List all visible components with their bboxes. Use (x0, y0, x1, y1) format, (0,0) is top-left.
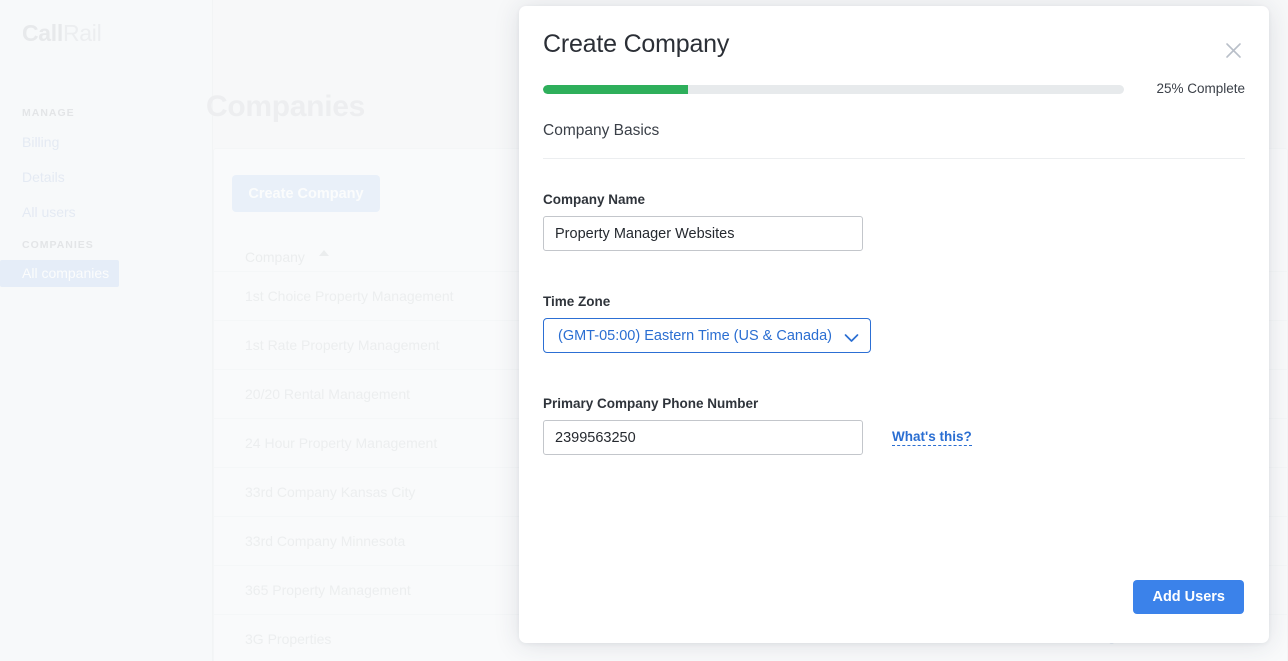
phone-input-row: What's this? (543, 420, 972, 455)
progress-label: 25% Complete (1156, 81, 1245, 96)
time-zone-select-wrapper: (GMT-05:00) Eastern Time (US & Canada) (543, 318, 871, 353)
company-name-cell: 20/20 Rental Management (245, 386, 410, 402)
company-name-cell: 24 Hour Property Management (245, 435, 438, 451)
whats-this-link[interactable]: What's this? (892, 429, 972, 446)
sidebar-item-billing[interactable]: Billing (0, 128, 213, 157)
sidebar-item-all-companies[interactable]: All companies (0, 260, 120, 287)
company-name-cell: 365 Property Management (245, 582, 411, 598)
label-company-name: Company Name (543, 192, 646, 207)
sidebar-group-companies: COMPANIES All companies (0, 236, 213, 287)
page-title: Companies (206, 90, 366, 123)
company-name-cell: 1st Choice Property Management (245, 288, 454, 304)
progress-row: 25% Complete (543, 81, 1245, 97)
close-icon[interactable] (1217, 34, 1249, 66)
progress-bar-track (543, 85, 1124, 94)
company-name-cell: 33rd Company Minnesota (245, 533, 406, 549)
sidebar-item-details[interactable]: Details (0, 163, 213, 192)
logo-text-primary: Call (22, 20, 63, 46)
time-zone-select[interactable]: (GMT-05:00) Eastern Time (US & Canada) (543, 318, 871, 353)
label-phone-number: Primary Company Phone Number (543, 396, 759, 411)
sidebar-group-manage: MANAGE Billing Details All users (0, 104, 213, 227)
sort-ascending-icon (319, 250, 329, 256)
company-name-input[interactable] (543, 216, 863, 251)
field-company-name: Company Name (543, 192, 863, 251)
sidebar-heading-companies: COMPANIES (22, 239, 94, 251)
app-root: CallRail MANAGE Billing Details All user… (0, 0, 1288, 661)
create-company-modal: Create Company 25% Complete Company Basi… (519, 6, 1269, 643)
sidebar-heading-manage: MANAGE (22, 107, 75, 119)
sidebar: CallRail MANAGE Billing Details All user… (0, 0, 213, 661)
column-header-company[interactable]: Company (245, 249, 305, 265)
section-title-company-basics: Company Basics (543, 122, 660, 139)
company-name-cell: 33rd Company Kansas City (245, 484, 416, 500)
progress-bar-fill (543, 85, 689, 94)
sidebar-item-all-users[interactable]: All users (0, 198, 213, 227)
phone-number-input[interactable] (543, 420, 863, 455)
logo-text-secondary: Rail (62, 20, 102, 46)
callrail-logo: CallRail (22, 18, 102, 48)
section-divider (543, 158, 1245, 159)
add-users-button[interactable]: Add Users (1133, 580, 1244, 614)
company-name-cell: 3G Properties (245, 631, 332, 647)
field-time-zone: Time Zone (GMT-05:00) Eastern Time (US &… (543, 294, 871, 353)
label-time-zone: Time Zone (543, 294, 611, 309)
modal-title: Create Company (543, 30, 730, 58)
company-name-cell: 1st Rate Property Management (245, 337, 440, 353)
create-company-button[interactable]: Create Company (232, 175, 380, 212)
field-phone-number: Primary Company Phone Number What's this… (543, 396, 972, 455)
